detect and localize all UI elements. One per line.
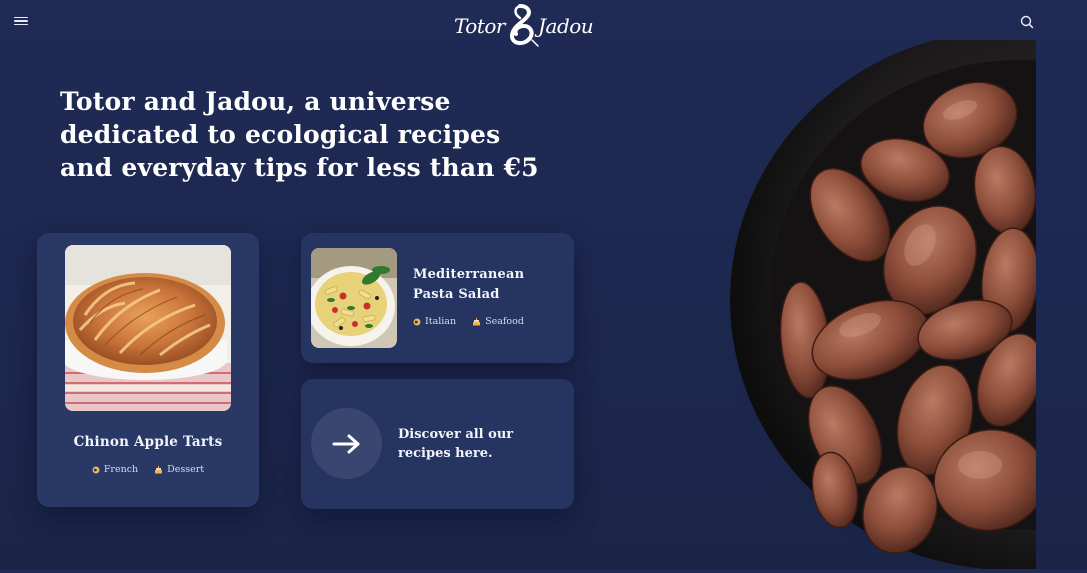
discover-link[interactable]: Discover all our recipes here. (398, 425, 568, 463)
globe-icon (92, 466, 100, 473)
card-title[interactable]: Chinon Apple Tarts (37, 434, 259, 450)
category-tag: Seafood (472, 316, 524, 327)
cuisine-label: French (103, 464, 139, 475)
cuisine-tag: French (92, 464, 138, 475)
cake-icon (155, 465, 163, 473)
hero-title: Totor and Jadou, a universe dedicated to… (60, 87, 539, 182)
logo-mark-icon (509, 4, 539, 47)
logo-word-totor: Totor (454, 14, 505, 38)
fish-icon (473, 317, 481, 325)
card-title[interactable]: Mediterranean Pasta Salad (413, 265, 563, 305)
site-logo[interactable]: Totor Jadou (452, 4, 602, 48)
discover-recipes-card[interactable]: Discover all our recipes here. (301, 379, 574, 509)
pasta-salad-image (311, 248, 397, 348)
cuisine-tag: Italian (413, 316, 456, 327)
apple-tart-image (65, 245, 231, 411)
search-icon[interactable] (1019, 14, 1035, 30)
globe-icon (413, 318, 421, 325)
category-label: Seafood (485, 316, 524, 327)
recipe-card-mediterranean-pasta-salad[interactable]: Mediterranean Pasta Salad Italian Seafoo… (301, 233, 574, 363)
recipe-tags: Italian Seafood (413, 316, 524, 327)
cuisine-label: Italian (425, 316, 457, 327)
cocoa-beans-bowl-image (720, 25, 1087, 573)
recipe-tags: French Dessert (37, 464, 259, 475)
logo-word-jadou: Jadou (538, 14, 594, 38)
arrow-right-icon (332, 434, 359, 453)
category-tag: Dessert (154, 464, 204, 475)
discover-arrow-button[interactable] (311, 408, 382, 479)
category-label: Dessert (167, 464, 205, 475)
hamburger-menu-icon[interactable] (14, 14, 28, 28)
recipe-card-chinon-apple-tarts[interactable]: Chinon Apple Tarts French Dessert (37, 233, 259, 507)
